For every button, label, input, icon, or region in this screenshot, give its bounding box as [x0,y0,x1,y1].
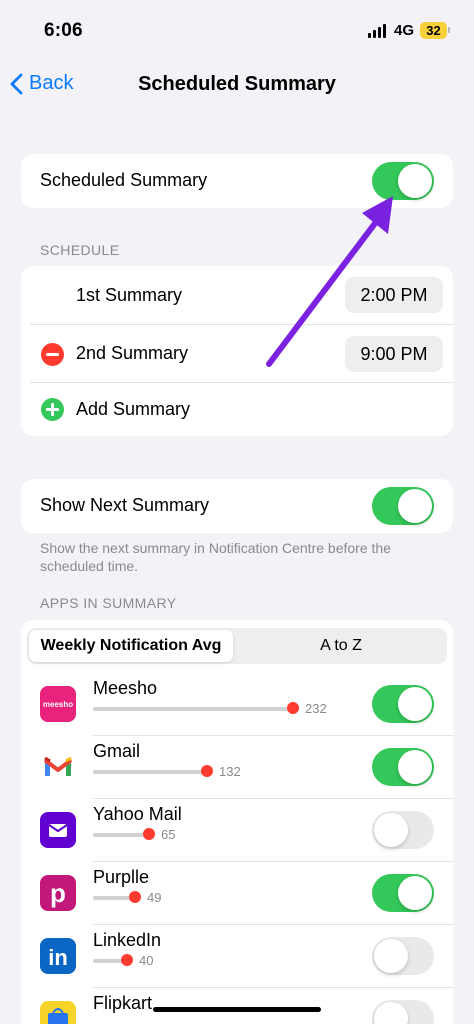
notification-count: 65 [161,827,176,842]
app-row: Yahoo Mail 65 [21,799,453,862]
add-summary-label[interactable]: Add Summary [76,399,190,420]
toggle-knob [398,876,432,910]
signal-icon [368,24,388,38]
time-picker-1[interactable]: 2:00 PM [345,277,443,313]
app-row: meesho Meesho 232 [21,673,453,736]
app-row: Gmail 132 [21,736,453,799]
gmail-icon [40,749,76,785]
separator [30,324,453,325]
notification-count: 232 [305,701,327,716]
app-row: in LinkedIn 40 [21,925,453,988]
separator [30,382,453,383]
toggle-knob [398,750,432,784]
show-next-summary-toggle[interactable] [372,487,434,525]
home-indicator [153,1007,321,1012]
toggle-knob [374,813,408,847]
app-toggle[interactable] [372,874,434,912]
navigation-bar: Back Scheduled Summary [0,62,474,108]
toggle-knob [398,687,432,721]
toggle-knob [374,1002,408,1024]
tab-a-to-z[interactable]: A to Z [237,630,445,662]
show-next-summary-card: Show Next Summary [21,479,453,533]
schedule-header: SCHEDULE [40,242,120,258]
svg-text:meesho: meesho [43,700,73,709]
schedule-item-label-2: 2nd Summary [76,343,189,363]
notification-count: 49 [147,890,162,905]
notification-bar-dot [121,954,133,966]
purplle-icon: p [40,875,76,911]
notification-bar-dot [201,765,213,777]
notification-bar-dot [129,891,141,903]
toggle-knob [398,489,432,523]
app-toggle[interactable] [372,748,434,786]
battery-icon: 32 [420,22,447,39]
notification-bar-dot [143,828,155,840]
yahoo-mail-icon [40,812,76,848]
notification-bar [93,707,293,711]
scheduled-summary-label: Scheduled Summary [40,170,208,190]
status-time: 6:06 [44,20,83,41]
app-name: Gmail [93,741,141,761]
app-name: Yahoo Mail [93,804,182,824]
tab-weekly-notification-avg[interactable]: Weekly Notification Avg [29,630,233,662]
meesho-icon: meesho [40,686,76,722]
linkedin-icon: in [40,938,76,974]
app-row: p Purplle 49 [21,862,453,925]
app-toggle[interactable] [372,937,434,975]
flipkart-icon [40,1001,76,1024]
app-toggle[interactable] [372,685,434,723]
notification-count: 40 [139,953,154,968]
svg-text:in: in [48,945,68,970]
apps-in-summary-header: APPS IN SUMMARY [40,595,177,611]
app-name: LinkedIn [93,930,162,950]
show-next-summary-footnote: Show the next summary in Notification Ce… [40,540,391,574]
toggle-knob [398,164,432,198]
svg-text:p: p [50,878,66,908]
battery-tip [448,27,450,33]
network-type: 4G [394,22,415,39]
schedule-item-label-1: 1st Summary [76,285,183,305]
scheduled-summary-toggle[interactable] [372,162,434,200]
app-toggle[interactable] [372,811,434,849]
add-summary-button[interactable] [41,398,64,421]
remove-summary-button[interactable] [41,343,64,366]
app-name: Flipkart [93,993,153,1013]
app-toggle[interactable] [372,1000,434,1024]
scheduled-summary-card: Scheduled Summary [21,154,453,208]
time-picker-2[interactable]: 9:00 PM [345,336,443,372]
show-next-summary-label: Show Next Summary [40,495,210,515]
app-row: Flipkart [21,988,453,1024]
notification-bar-dot [287,702,299,714]
app-name: Purplle [93,867,150,887]
notification-count: 132 [219,764,241,779]
page-title: Scheduled Summary [138,73,336,95]
schedule-card: 1st Summary 2:00 PM 2nd Summary 9:00 PM … [21,266,453,436]
status-bar: 6:06 4G 32 [0,0,474,62]
app-name: Meesho [93,678,158,698]
notification-bar [93,770,207,774]
notification-bar [93,833,149,837]
sort-segmented-control: Weekly Notification Avg A to Z [27,628,447,664]
toggle-knob [374,939,408,973]
